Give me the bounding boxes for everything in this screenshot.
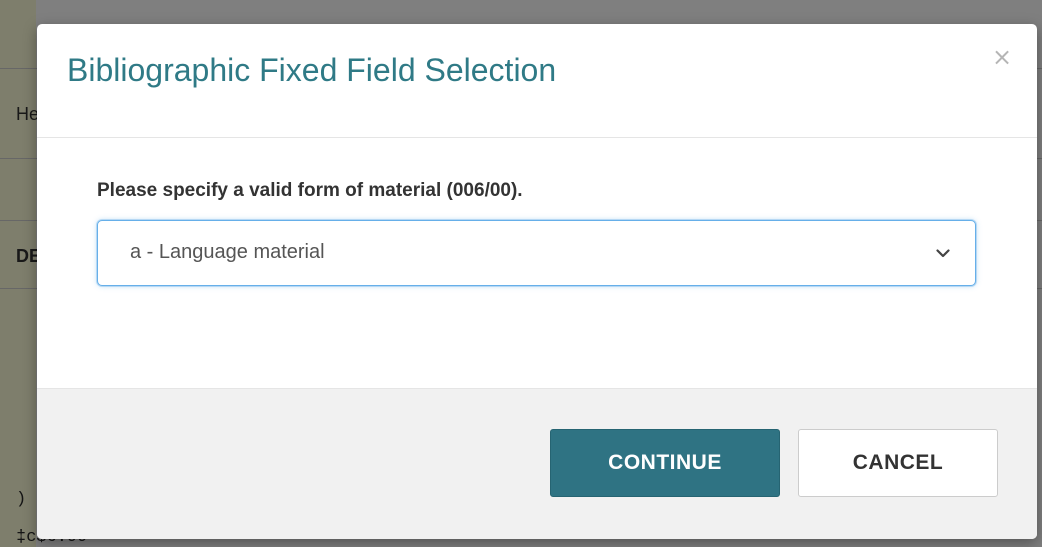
cancel-button[interactable]: CANCEL	[798, 429, 998, 497]
close-icon[interactable]: ×	[989, 44, 1015, 70]
continue-button[interactable]: CONTINUE	[550, 429, 780, 497]
select-selected-value: a - Language material	[130, 241, 325, 263]
form-of-material-label: Please specify a valid form of material …	[97, 180, 523, 201]
modal-body: Please specify a valid form of material …	[37, 138, 1037, 388]
fixed-field-selection-dialog: Bibliographic Fixed Field Selection × Pl…	[37, 24, 1037, 539]
modal-footer: CONTINUE CANCEL	[37, 388, 1037, 539]
modal-header: Bibliographic Fixed Field Selection ×	[37, 24, 1037, 138]
modal-title: Bibliographic Fixed Field Selection	[67, 52, 557, 88]
form-of-material-select[interactable]: a - Language material	[97, 220, 976, 286]
chevron-down-icon	[936, 249, 950, 258]
